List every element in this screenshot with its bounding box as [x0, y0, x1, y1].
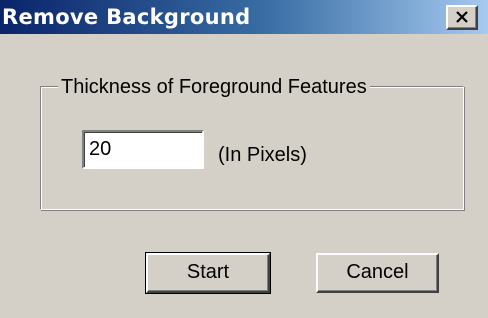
groupbox-legend: Thickness of Foreground Features: [58, 75, 370, 99]
thickness-input[interactable]: [82, 130, 204, 169]
units-label: (In Pixels): [218, 144, 307, 166]
close-button[interactable]: [446, 5, 478, 30]
remove-background-dialog: Remove Background Thickness of Foregroun…: [0, 0, 488, 318]
start-button[interactable]: Start: [145, 252, 271, 294]
close-icon: [456, 11, 468, 23]
window-title: Remove Background: [2, 5, 251, 29]
title-bar[interactable]: Remove Background: [0, 0, 488, 34]
cancel-button[interactable]: Cancel: [316, 253, 439, 293]
